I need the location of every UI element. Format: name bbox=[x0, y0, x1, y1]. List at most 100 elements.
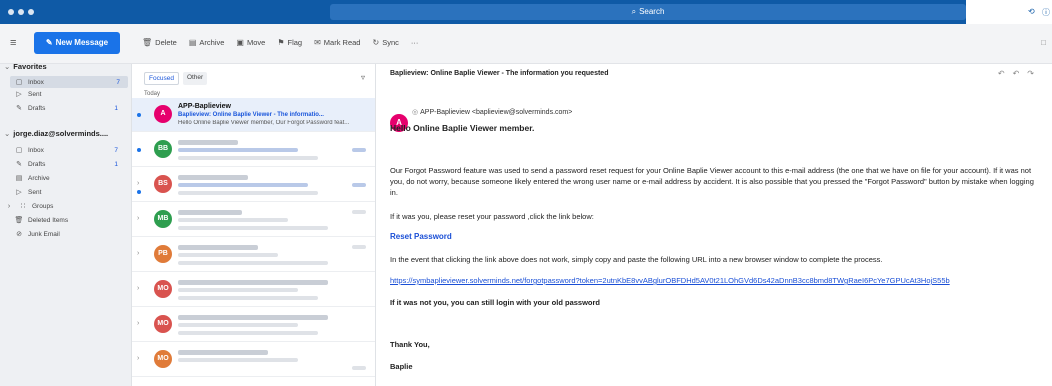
avatar: BS bbox=[154, 175, 172, 193]
sync-button[interactable]: ↻ Sync bbox=[372, 38, 398, 47]
blurred-sender bbox=[178, 280, 328, 285]
search-label: Search bbox=[639, 7, 665, 16]
delete-button[interactable]: 🗑 Delete bbox=[142, 38, 177, 47]
help-icon[interactable]: ⓘ bbox=[1042, 7, 1050, 18]
new-message-button[interactable]: ✎ New Message bbox=[34, 32, 120, 54]
blurred-subject bbox=[178, 323, 298, 327]
filter-icon[interactable]: ▿ bbox=[361, 73, 365, 82]
message-item[interactable]: › BS bbox=[132, 168, 375, 202]
message-item[interactable]: › MO bbox=[132, 343, 375, 377]
refresh-icon[interactable]: ⟲ bbox=[1028, 7, 1035, 16]
message-sender: APP-Baplieview bbox=[178, 103, 231, 110]
sidebar-item-account-drafts[interactable]: ✎ Drafts 1 bbox=[14, 158, 126, 170]
chevron-right-icon: › bbox=[137, 355, 140, 362]
reset-password-link[interactable]: Reset Password bbox=[390, 232, 452, 241]
draft-count: 1 bbox=[114, 104, 118, 112]
message-item[interactable]: › PB bbox=[132, 238, 375, 272]
message-item[interactable]: › MO bbox=[132, 273, 375, 307]
chevron-right-icon: › bbox=[137, 215, 140, 222]
sidebar-item-label: Archive bbox=[28, 174, 50, 182]
more-actions-button[interactable]: ··· bbox=[411, 38, 419, 47]
message-item[interactable]: BB bbox=[132, 133, 375, 167]
sidebar-item-account-sent[interactable]: ▷ Sent bbox=[14, 186, 126, 198]
blurred-time bbox=[352, 245, 366, 249]
favorites-title: Favorites bbox=[13, 62, 47, 71]
sync-icon: ↻ bbox=[372, 38, 380, 47]
email-subject: Baplieview: Online Baplie Viewer - The i… bbox=[390, 70, 609, 77]
mark-read-label: Mark Read bbox=[323, 38, 361, 47]
archive-label: Archive bbox=[199, 38, 225, 47]
avatar: MO bbox=[154, 280, 172, 298]
sidebar-item-groups[interactable]: › ∷ Groups bbox=[4, 200, 116, 212]
search-bar[interactable]: ⌕ Search bbox=[330, 4, 966, 20]
sidebar-item-account-inbox[interactable]: ▢ Inbox 7 bbox=[14, 144, 126, 156]
sidebar-item-label: Sent bbox=[28, 188, 42, 196]
envelope-open-icon: ✉ bbox=[314, 38, 321, 47]
blurred-subject bbox=[178, 253, 278, 257]
sidebar-item-archive[interactable]: ▤ Archive bbox=[14, 172, 126, 184]
avatar: MO bbox=[154, 315, 172, 333]
blurred-sender bbox=[178, 140, 238, 145]
window-controls[interactable] bbox=[8, 9, 34, 15]
blurred-sender bbox=[178, 175, 248, 180]
blurred-sender bbox=[178, 210, 242, 215]
email-paragraph-3: In the event that clicking the link abov… bbox=[390, 255, 883, 264]
blurred-subject bbox=[178, 288, 298, 292]
zoom-window-button[interactable] bbox=[28, 9, 34, 15]
sender-address[interactable]: ◎ APP-Baplieview <baplieview@solverminds.… bbox=[412, 108, 572, 116]
mark-read-button[interactable]: ✉ Mark Read bbox=[314, 38, 360, 47]
reply-all-icon[interactable]: ↶ bbox=[1013, 69, 1020, 78]
minimize-window-button[interactable] bbox=[18, 9, 24, 15]
sidebar-item-label: Deleted Items bbox=[28, 216, 69, 224]
move-button[interactable]: ▣ Move bbox=[236, 38, 265, 47]
close-window-button[interactable] bbox=[8, 9, 14, 15]
sidebar-item-deleted[interactable]: 🗑 Deleted Items bbox=[14, 214, 126, 226]
chevron-down-icon: ⌄ bbox=[4, 129, 11, 138]
avatar: MO bbox=[154, 350, 172, 368]
forward-icon[interactable]: ↷ bbox=[1027, 69, 1034, 78]
sidebar-item-sent[interactable]: ▷ Sent bbox=[14, 88, 126, 100]
tab-other[interactable]: Other bbox=[182, 72, 208, 85]
toolbar-actions: 🗑 Delete ▤ Archive ▣ Move ⚑ Flag ✉ Mark Read … bbox=[142, 38, 418, 47]
delete-label: Delete bbox=[155, 38, 177, 47]
blurred-preview bbox=[178, 226, 328, 230]
sidebar-item-label: Groups bbox=[32, 202, 54, 210]
sidebar-item-label: Inbox bbox=[28, 146, 44, 154]
message-item[interactable]: › MO bbox=[132, 308, 375, 342]
blurred-subject bbox=[178, 183, 308, 187]
flag-icon: ⚑ bbox=[277, 38, 285, 47]
panel-toggle-icon[interactable]: □ bbox=[1041, 38, 1046, 47]
blurred-sender bbox=[178, 350, 268, 355]
archive-button[interactable]: ▤ Archive bbox=[189, 38, 225, 47]
tab-focused[interactable]: Focused bbox=[144, 72, 179, 85]
flag-button[interactable]: ⚑ Flag bbox=[277, 38, 302, 47]
account-title: jorge.diaz@solverminds.... bbox=[13, 129, 109, 138]
groups-icon: ∷ bbox=[20, 203, 26, 210]
account-header[interactable]: ⌄ jorge.diaz@solverminds.... bbox=[4, 129, 108, 138]
chevron-right-icon: › bbox=[7, 202, 11, 210]
menu-icon[interactable]: ≡ bbox=[10, 37, 16, 49]
sidebar-item-label: Drafts bbox=[28, 104, 46, 112]
blurred-preview bbox=[178, 296, 318, 300]
message-item[interactable]: › MB bbox=[132, 203, 375, 237]
sidebar-item-inbox[interactable]: ▢ Inbox 7 bbox=[10, 76, 128, 88]
email-paragraph-4: If it was not you, you can still login w… bbox=[390, 298, 601, 307]
title-bar: ⌕ Search ⟲ ⓘ bbox=[0, 0, 1052, 24]
reset-url-link[interactable]: https://symbaplieviewer.solverminds.net/… bbox=[390, 276, 1046, 285]
trash-icon: 🗑 bbox=[142, 38, 153, 47]
sidebar-item-drafts[interactable]: ✎ Drafts 1 bbox=[14, 102, 126, 114]
message-preview: Hello Online Baplie Viewer member, Our F… bbox=[178, 120, 350, 126]
message-item-selected[interactable]: A APP-Baplieview Baplieview: Online Bapl… bbox=[132, 98, 375, 132]
favorites-header[interactable]: ⌄ Favorites bbox=[4, 62, 47, 71]
more-label: ··· bbox=[410, 38, 419, 47]
send-icon: ▷ bbox=[16, 91, 22, 98]
reply-actions: ↶ ↶ ↷ bbox=[998, 69, 1034, 78]
chevron-down-icon: ⌄ bbox=[4, 62, 11, 71]
draft-count: 1 bbox=[114, 160, 118, 168]
inbox-icon: ▢ bbox=[15, 147, 23, 154]
sidebar-item-junk[interactable]: ⊘ Junk Email bbox=[14, 228, 126, 240]
email-greeting: Hello Online Baplie Viewer member. bbox=[390, 123, 535, 133]
blurred-subject bbox=[178, 218, 288, 222]
reply-icon[interactable]: ↶ bbox=[998, 69, 1005, 78]
blurred-sender bbox=[178, 245, 258, 250]
